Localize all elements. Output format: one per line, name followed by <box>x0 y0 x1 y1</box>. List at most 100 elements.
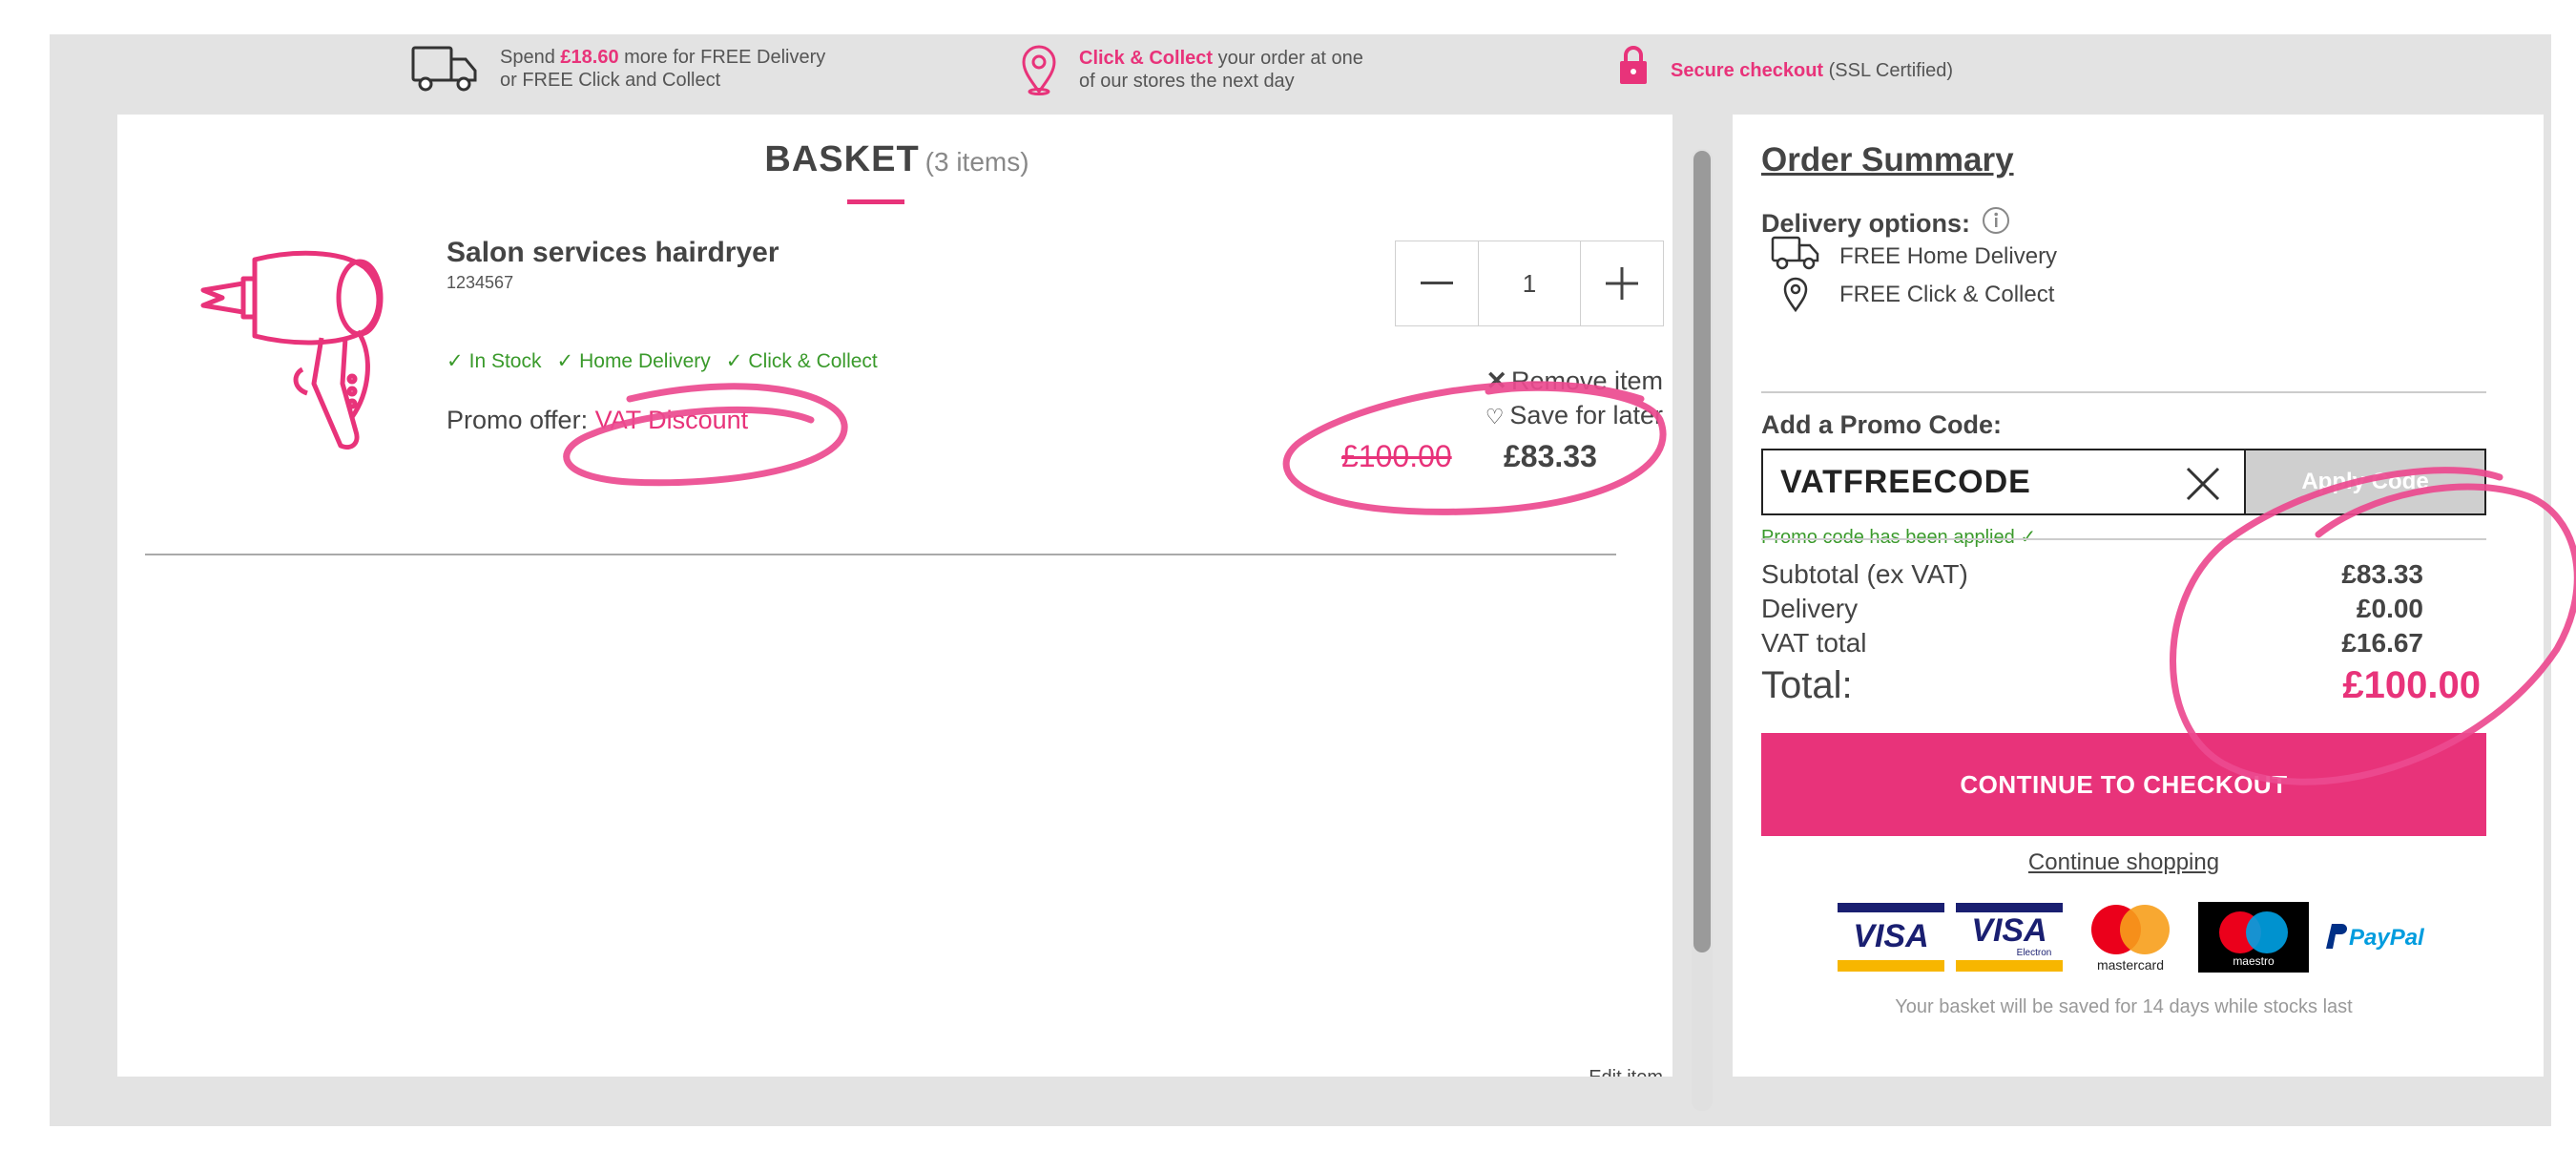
plus-icon <box>1606 267 1638 300</box>
page-frame: Spend £18.60 more for FREE Delivery or F… <box>50 34 2551 1126</box>
check-icon: ✓ <box>447 350 464 372</box>
maestro-logo: maestro <box>2198 902 2309 977</box>
subtotal-label: Subtotal (ex VAT) <box>1761 559 1968 589</box>
total-value: £100.00 <box>2342 664 2481 706</box>
product-sku: 1234567 <box>447 273 514 292</box>
check-icon: ✓ <box>725 350 743 372</box>
location-pin-icon <box>1771 277 1820 313</box>
availability-label: Click & Collect <box>748 350 878 372</box>
delivery-info-text-2: more for FREE Delivery <box>618 47 826 68</box>
maestro-logo-text: maestro <box>2233 954 2275 968</box>
availability-click-collect: ✓ Click & Collect <box>726 349 878 373</box>
visa-logo: VISA <box>1838 903 1944 976</box>
availability-home-delivery: ✓ Home Delivery <box>556 349 710 373</box>
continue-to-checkout-button[interactable]: CONTINUE TO CHECKOUT <box>1761 733 2486 836</box>
vat-label: VAT total <box>1761 628 1867 658</box>
original-price: £100.00 <box>1341 439 1452 473</box>
delivery-info-text: Spend <box>500 47 561 68</box>
continue-shopping-link[interactable]: Continue shopping <box>1761 849 2486 876</box>
order-summary-title: Order Summary <box>1761 141 2014 178</box>
check-icon: ✓ <box>2020 527 2037 548</box>
paypal-logo: PayPal <box>2320 918 2435 961</box>
availability-label: In Stock <box>468 350 542 372</box>
promo-offer-label: Promo offer: <box>447 406 595 434</box>
delivery-info: Spend £18.60 more for FREE Delivery or F… <box>410 44 825 94</box>
truck-icon <box>410 44 479 94</box>
basket-scrollbar[interactable] <box>1692 149 1713 1111</box>
quantity-value[interactable]: 1 <box>1478 241 1581 325</box>
truck-icon <box>1771 235 1820 278</box>
promo-offer-value: VAT Discount <box>594 406 749 434</box>
free-label: FREE <box>1839 282 1901 307</box>
check-icon: ✓ <box>556 350 574 372</box>
discounted-price: £83.33 <box>1504 439 1597 473</box>
click-collect-text: your order at one <box>1213 48 1363 69</box>
delivery-option-collect: FREE Click & Collect <box>1771 277 2054 313</box>
decrease-quantity-button[interactable] <box>1396 241 1478 325</box>
product-name[interactable]: Salon services hairdryer <box>447 237 779 269</box>
promo-code-heading: Add a Promo Code: <box>1761 410 2003 439</box>
promo-code-form: VATFREECODE Apply Code <box>1761 449 2486 515</box>
promo-code-input[interactable]: VATFREECODE <box>1763 450 2244 513</box>
edit-item-link-partial[interactable]: Edit item <box>1589 1067 1663 1077</box>
ssl-text: (SSL Certified) <box>1823 60 1954 81</box>
save-for-later-label: Save for later <box>1509 401 1663 429</box>
title-underline <box>847 199 904 204</box>
total-row: Total: £100.00 <box>1761 664 2486 707</box>
click-collect-info: Click & Collect your order at one of our… <box>1020 44 1363 95</box>
remove-item-link[interactable]: ✕ Remove item <box>1485 366 1663 396</box>
save-for-later-link[interactable]: ♡ Save for later <box>1485 401 1663 430</box>
click-collect-label: Click & Collect <box>1079 48 1214 69</box>
delivery-row: Delivery £0.00 <box>1761 594 2486 624</box>
vat-value: £16.67 <box>2341 628 2423 658</box>
secure-checkout-info: Secure checkout (SSL Certified) <box>1617 46 1954 86</box>
clear-promo-icon[interactable] <box>2185 466 2221 511</box>
promo-applied-message: Promo code has been applied ✓ <box>1761 525 2036 549</box>
free-label: FREE <box>1839 242 1901 269</box>
hairdryer-icon[interactable] <box>188 241 407 465</box>
total-label: Total: <box>1761 664 1853 706</box>
promo-offer: Promo offer: VAT Discount <box>447 406 748 435</box>
promo-code-value: VATFREECODE <box>1780 463 2031 500</box>
click-collect-line2: of our stores the next day <box>1079 71 1295 92</box>
visa-logo-text: VISA <box>1853 918 1928 954</box>
quantity-stepper: 1 <box>1395 241 1664 326</box>
availability-label: Home Delivery <box>579 350 711 372</box>
delivery-label: Delivery <box>1761 594 1859 623</box>
basket-saved-notice: Your basket will be saved for 14 days wh… <box>1895 996 2353 1017</box>
remove-item-label: Remove item <box>1510 366 1663 395</box>
visa-electron-sub-text: Electron <box>2017 948 2052 958</box>
close-icon: ✕ <box>1485 366 1507 395</box>
visa-electron-logo-text: VISA <box>1971 912 2046 949</box>
item-divider <box>145 554 1616 555</box>
summary-divider <box>1761 538 2486 540</box>
subtotal-value: £83.33 <box>2341 559 2423 589</box>
secure-checkout-label: Secure checkout <box>1671 60 1824 81</box>
payment-methods: VISA VISA Electron mastercard maestro Pay… <box>1838 899 2435 980</box>
subtotal-row: Subtotal (ex VAT) £83.33 <box>1761 559 2486 590</box>
lock-icon <box>1617 44 1650 86</box>
increase-quantity-button[interactable] <box>1581 241 1663 325</box>
mastercard-logo-text: mastercard <box>2097 957 2164 973</box>
visa-electron-logo: VISA Electron <box>1956 903 2063 976</box>
delivery-option-home: FREE Home Delivery <box>1771 235 2057 278</box>
heart-icon: ♡ <box>1485 405 1505 429</box>
vat-row: VAT total £16.67 <box>1761 628 2486 659</box>
delivery-value: £0.00 <box>2356 594 2423 623</box>
availability-in-stock: ✓ In Stock <box>447 349 541 373</box>
basket-panel: BASKET (3 items) Salon services hairdryer… <box>117 115 1672 1077</box>
promo-applied-text: Promo code has been applied <box>1761 527 2015 548</box>
delivery-option-label: Home Delivery <box>1906 242 2058 269</box>
basket-item-count: (3 items) <box>924 147 1029 177</box>
scrollbar-thumb[interactable] <box>1693 151 1711 952</box>
summary-divider <box>1761 391 2486 393</box>
location-pin-icon <box>1020 44 1058 95</box>
info-bar: Spend £18.60 more for FREE Delivery or F… <box>50 34 2551 115</box>
order-summary-panel: Order Summary Delivery options: FREE Hom… <box>1733 115 2544 1077</box>
apply-code-button[interactable]: Apply Code <box>2244 450 2484 513</box>
delivery-info-line2: or FREE Click and Collect <box>500 70 721 91</box>
delivery-option-label: Click & Collect <box>1906 282 2055 307</box>
basket-title: BASKET <box>764 139 920 179</box>
basket-heading: BASKET (3 items) <box>117 139 1672 180</box>
minus-icon <box>1421 282 1453 284</box>
